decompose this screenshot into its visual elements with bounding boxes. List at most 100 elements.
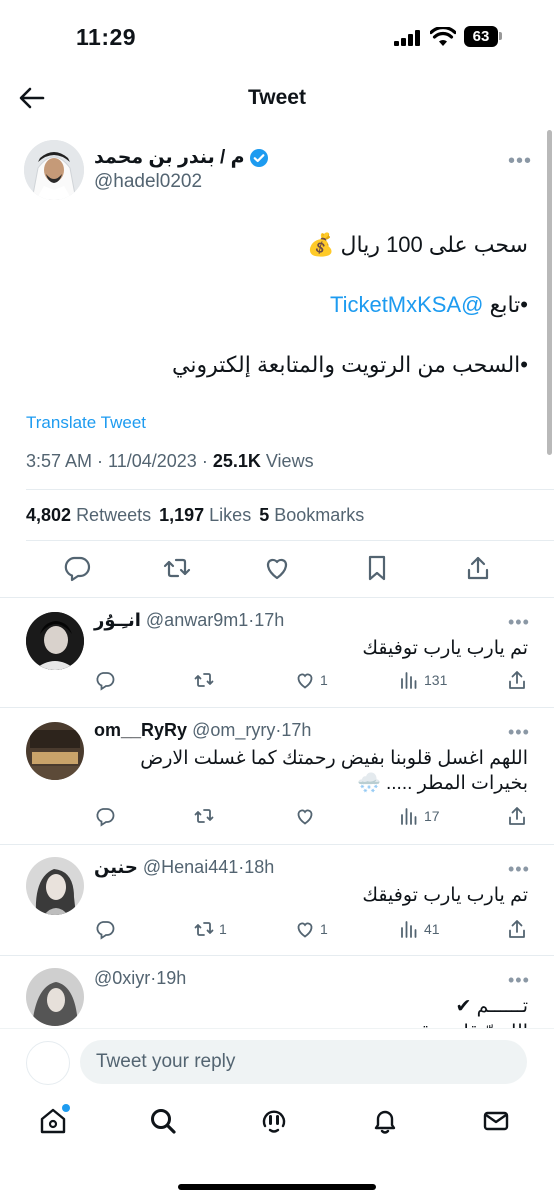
likes-stat[interactable]: 1,197 Likes <box>159 505 251 526</box>
likes-count: 1 <box>320 672 328 688</box>
more-options-icon[interactable]: ••• <box>508 722 530 743</box>
author-display-name[interactable]: م / بندر بن محمد <box>94 146 245 169</box>
reply-header: @0xiyr·19h <box>94 968 187 988</box>
reply-age: 17h <box>281 720 312 740</box>
wifi-icon <box>430 27 456 46</box>
reply-item[interactable]: انـِـوُر @anwar9m1·17h ••• تم يارب يارب … <box>0 598 554 707</box>
reply-header: om__RyRy @om_ryry·17h <box>94 720 312 740</box>
more-options-icon[interactable]: ••• <box>508 150 532 173</box>
tweet-text-line: •السحب من الرتويت والمتابعة إلكتروني <box>172 352 528 377</box>
like-heart-icon[interactable]: 1 <box>294 917 328 941</box>
tab-bar <box>0 1096 554 1158</box>
divider <box>26 540 554 541</box>
avatar[interactable] <box>26 612 84 670</box>
views-count: 17 <box>424 808 440 824</box>
tweet-meta: 3:57 AM · 11/04/2023 · 25.1K Views <box>26 451 314 471</box>
avatar[interactable] <box>26 722 84 780</box>
reply-composer <box>0 1028 554 1096</box>
avatar[interactable] <box>26 968 84 1026</box>
views-icon[interactable]: 131 <box>398 668 447 692</box>
tweet-time: 3:57 AM <box>26 451 93 471</box>
reply-author-handle[interactable]: @Henai441 <box>143 857 238 877</box>
bookmark-icon[interactable] <box>362 553 392 583</box>
reply-icon[interactable] <box>62 553 92 583</box>
tab-search[interactable] <box>148 1106 184 1142</box>
tweet-action-bar <box>0 553 554 587</box>
reply-author-handle[interactable]: @om_ryry <box>192 720 275 740</box>
tweet-date: 11/04/2023 <box>108 451 197 471</box>
more-options-icon[interactable]: ••• <box>508 859 530 880</box>
reply-author-name[interactable]: حنين <box>94 857 138 877</box>
reply-item[interactable]: @0xiyr·19h ••• تــــــم ✔ اللهـمّ قلب رق… <box>0 956 554 1028</box>
retweets-stat[interactable]: 4,802 Retweets <box>26 505 151 526</box>
like-heart-icon[interactable] <box>262 553 292 583</box>
tab-home[interactable] <box>38 1106 74 1142</box>
reply-icon[interactable] <box>94 917 116 941</box>
page-title: Tweet <box>248 86 306 109</box>
notification-dot <box>62 1104 70 1112</box>
status-bar: 11:29 63 <box>0 0 554 70</box>
avatar[interactable] <box>26 1041 70 1085</box>
reply-icon[interactable] <box>94 804 116 828</box>
reply-text: اللهـمّ قلب رقيق <box>88 1020 528 1028</box>
tab-spaces[interactable] <box>259 1106 295 1142</box>
bookmarks-stat[interactable]: 5 Bookmarks <box>259 505 364 526</box>
share-icon[interactable] <box>463 553 493 583</box>
views-icon[interactable]: 41 <box>398 917 440 941</box>
reply-author-name[interactable]: om__RyRy <box>94 720 187 740</box>
like-heart-icon[interactable] <box>294 804 320 828</box>
tab-notifications[interactable] <box>370 1106 406 1142</box>
home-indicator <box>178 1184 376 1190</box>
mention-link[interactable]: @TicketMxKSA <box>330 292 484 317</box>
reply-age: 17h <box>254 610 285 630</box>
reply-author-handle[interactable]: @0xiyr <box>94 968 150 988</box>
views-label: Views <box>265 451 314 471</box>
avatar[interactable] <box>24 140 84 200</box>
verified-badge-icon <box>249 148 268 167</box>
reply-author-name[interactable]: انـِـوُر <box>94 610 141 630</box>
bell-icon <box>374 1110 396 1134</box>
search-icon <box>151 1109 176 1134</box>
views-icon[interactable]: 17 <box>398 804 440 828</box>
reply-input[interactable] <box>80 1040 527 1084</box>
author-handle[interactable]: @hadel0202 <box>94 171 202 193</box>
tab-messages[interactable] <box>481 1106 517 1142</box>
share-icon[interactable] <box>506 804 528 828</box>
reply-text: تم يارب يارب توفيقك <box>362 638 528 659</box>
reply-header: حنين @Henai441·18h <box>94 857 275 877</box>
retweet-icon[interactable] <box>162 553 192 583</box>
tweet-stats: 4,802 Retweets 1,197 Likes 5 Bookmarks <box>26 505 364 526</box>
views-count: 131 <box>424 672 448 688</box>
reply-text: تم يارب يارب توفيقك <box>362 885 528 906</box>
status-time: 11:29 <box>76 24 137 50</box>
reply-age: 18h <box>244 857 275 877</box>
reply-action-bar: 17 <box>94 804 534 828</box>
reply-author-handle[interactable]: @anwar9m1 <box>146 610 248 630</box>
reply-icon[interactable] <box>94 668 116 692</box>
mail-icon <box>483 1111 509 1131</box>
tweet-text-prefix: •تابع <box>483 292 528 317</box>
views-count: 25.1K <box>212 451 261 471</box>
reply-header: انـِـوُر @anwar9m1·17h <box>94 610 285 630</box>
reply-action-bar: 1 1 41 <box>94 917 534 941</box>
share-icon[interactable] <box>506 917 528 941</box>
retweet-icon[interactable] <box>193 668 219 692</box>
translate-link[interactable]: Translate Tweet <box>26 413 146 433</box>
tweet-text-line: •تابع @TicketMxKSA <box>330 292 528 318</box>
spaces-icon <box>262 1110 286 1133</box>
more-options-icon[interactable]: ••• <box>508 612 530 633</box>
retweet-icon[interactable]: 1 <box>193 917 227 941</box>
avatar[interactable] <box>26 857 84 915</box>
retweet-icon[interactable] <box>193 804 219 828</box>
tweet-text-line: سحب على 100 ريال 💰 <box>307 232 528 257</box>
reply-item[interactable]: om__RyRy @om_ryry·17h ••• اللهم اغسل قلو… <box>0 708 554 844</box>
reply-item[interactable]: حنين @Henai441·18h ••• تم يارب يارب توفي… <box>0 845 554 955</box>
like-heart-icon[interactable]: 1 <box>294 668 328 692</box>
author-name-row[interactable]: م / بندر بن محمد <box>94 146 269 169</box>
divider <box>26 489 554 490</box>
scrollbar[interactable] <box>547 130 552 455</box>
share-icon[interactable] <box>506 668 528 692</box>
more-options-icon[interactable]: ••• <box>508 970 530 991</box>
reply-age: 19h <box>156 968 187 988</box>
reply-text: اللهم اغسل قلوبنا بفيض رحمتك كما غسلت ال… <box>140 748 528 794</box>
